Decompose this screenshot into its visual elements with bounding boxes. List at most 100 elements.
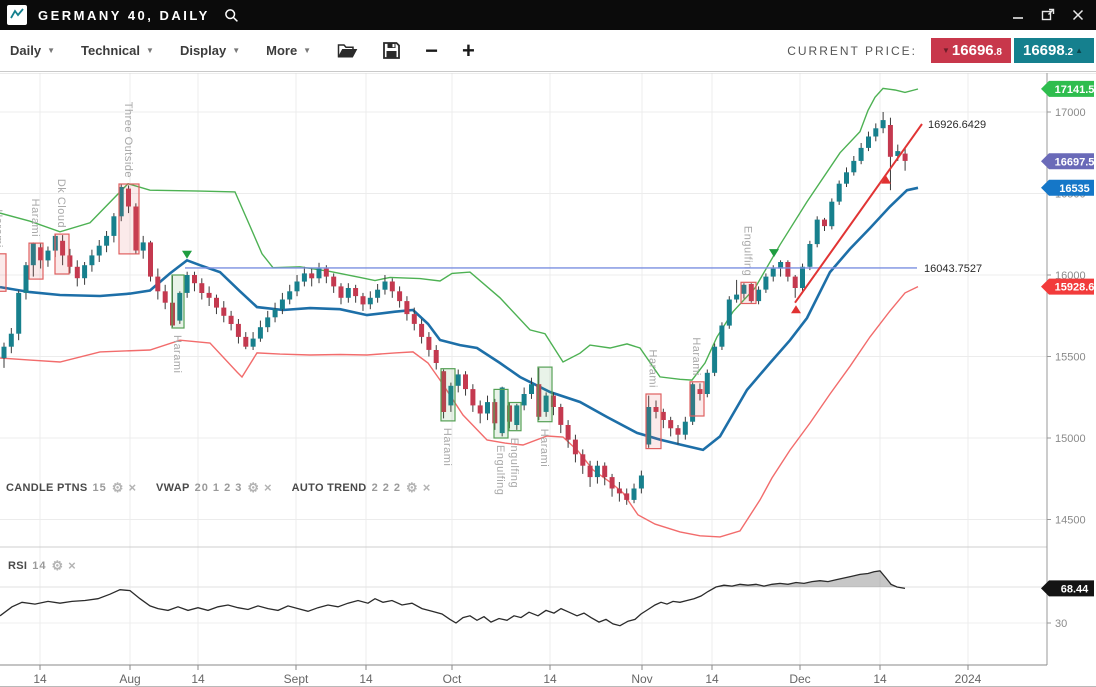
candle — [75, 267, 80, 278]
toolbar: Daily ▼ Technical ▼ Display ▼ More ▼ — [0, 30, 1096, 72]
remove-indicator-icon[interactable]: × — [128, 481, 136, 494]
candle — [192, 275, 197, 283]
indicator-name: AUTO TREND — [292, 482, 367, 494]
candle — [822, 220, 827, 227]
candle — [155, 277, 160, 292]
price-badge-value: 17141.5 — [1055, 84, 1095, 96]
close-button[interactable] — [1072, 9, 1084, 21]
trading-app-window: GERMANY 40, DAILY — [0, 0, 1096, 687]
pattern-box — [741, 282, 756, 303]
candle — [815, 220, 820, 245]
candle — [199, 283, 204, 293]
chart-title: GERMANY 40, DAILY — [38, 8, 210, 23]
price-badge-value: 15928.6 — [1055, 282, 1095, 294]
candle — [873, 128, 878, 136]
sell-signal-icon — [769, 249, 779, 257]
candlestick-series — [2, 112, 908, 505]
popout-button[interactable] — [1041, 8, 1055, 22]
pattern-label: Harami — [0, 209, 4, 247]
candle — [610, 477, 615, 488]
candle — [353, 288, 358, 296]
pattern-box — [0, 254, 6, 291]
remove-indicator-icon[interactable]: × — [423, 481, 431, 494]
candle — [456, 374, 461, 385]
price-badge-value: 16535 — [1059, 183, 1090, 195]
indicator-vwap: VWAP 20 1 2 3 ⚙ × — [156, 481, 272, 494]
indicator-name: RSI — [8, 560, 27, 572]
indicator-params: 20 1 2 3 — [195, 482, 243, 494]
rsi-value-badge-value: 68.44 — [1061, 583, 1089, 595]
open-in-new-icon — [1041, 8, 1055, 22]
candle — [807, 244, 812, 267]
candle — [397, 291, 402, 301]
plus-icon: + — [462, 40, 475, 62]
zoom-in-button[interactable]: + — [462, 40, 475, 62]
settings-gear-icon[interactable]: ⚙ — [52, 559, 64, 572]
pattern-label: Harami — [171, 335, 183, 373]
technical-menu[interactable]: Technical ▼ — [81, 43, 154, 58]
pattern-label: Dk Cloud — [55, 179, 67, 228]
settings-gear-icon[interactable]: ⚙ — [112, 481, 124, 494]
candle — [295, 282, 300, 292]
remove-indicator-icon[interactable]: × — [68, 559, 76, 572]
candle — [705, 373, 710, 394]
timeframe-menu-label: Daily — [10, 43, 41, 58]
more-menu[interactable]: More ▼ — [266, 43, 311, 58]
pattern-box — [172, 275, 184, 328]
minimize-button[interactable] — [1012, 9, 1024, 21]
support-line-value: 16043.7527 — [924, 263, 982, 275]
remove-indicator-icon[interactable]: × — [264, 481, 272, 494]
indicator-name: CANDLE PTNS — [6, 482, 88, 494]
symbol-search-button[interactable] — [224, 8, 239, 23]
candle — [463, 374, 468, 389]
pattern-label: Engulfing — [508, 438, 520, 488]
candle — [221, 308, 226, 316]
indicator-params: 14 — [32, 560, 46, 572]
indicator-params: 15 — [93, 482, 107, 494]
candle — [529, 384, 534, 394]
technical-menu-label: Technical — [81, 43, 140, 58]
more-menu-label: More — [266, 43, 297, 58]
candle — [265, 317, 270, 327]
candle — [727, 300, 732, 326]
candle — [185, 275, 190, 293]
save-button[interactable] — [382, 41, 401, 60]
magnifier-icon — [224, 8, 239, 23]
candle — [229, 316, 234, 324]
candle — [419, 324, 424, 337]
candle — [404, 301, 409, 314]
candle — [851, 161, 856, 172]
pattern-box — [119, 184, 139, 254]
candle — [309, 273, 314, 278]
chart-canvas[interactable]: Harami Harami Dk Cloud Three Outside Harami H… — [0, 73, 1096, 687]
candle — [82, 265, 87, 278]
candle — [478, 405, 483, 413]
pattern-label: Three Outside — [122, 102, 134, 178]
zoom-out-button[interactable]: − — [425, 40, 438, 62]
floppy-disk-icon — [382, 41, 401, 60]
chevron-down-icon: ▼ — [232, 46, 240, 55]
candle — [566, 425, 571, 440]
candle — [434, 350, 439, 363]
pattern-label: Harami — [29, 199, 41, 237]
indicator-candle-patterns: CANDLE PTNS 15 ⚙ × — [6, 481, 136, 494]
candle — [800, 267, 805, 288]
folder-open-icon — [337, 42, 358, 59]
pattern-box — [690, 382, 704, 416]
candle — [844, 172, 849, 183]
open-file-button[interactable] — [337, 42, 358, 59]
candle — [734, 295, 739, 300]
settings-gear-icon[interactable]: ⚙ — [247, 481, 259, 494]
candle — [676, 428, 681, 435]
candle — [888, 125, 893, 157]
display-menu[interactable]: Display ▼ — [180, 43, 240, 58]
candle — [339, 286, 344, 297]
indicator-name: VWAP — [156, 482, 190, 494]
timeframe-menu[interactable]: Daily ▼ — [10, 43, 55, 58]
pattern-label: Harami — [690, 337, 702, 375]
title-bar: GERMANY 40, DAILY — [0, 0, 1096, 30]
candle — [207, 293, 212, 298]
settings-gear-icon[interactable]: ⚙ — [406, 481, 418, 494]
candle — [470, 389, 475, 405]
candle — [141, 242, 146, 250]
